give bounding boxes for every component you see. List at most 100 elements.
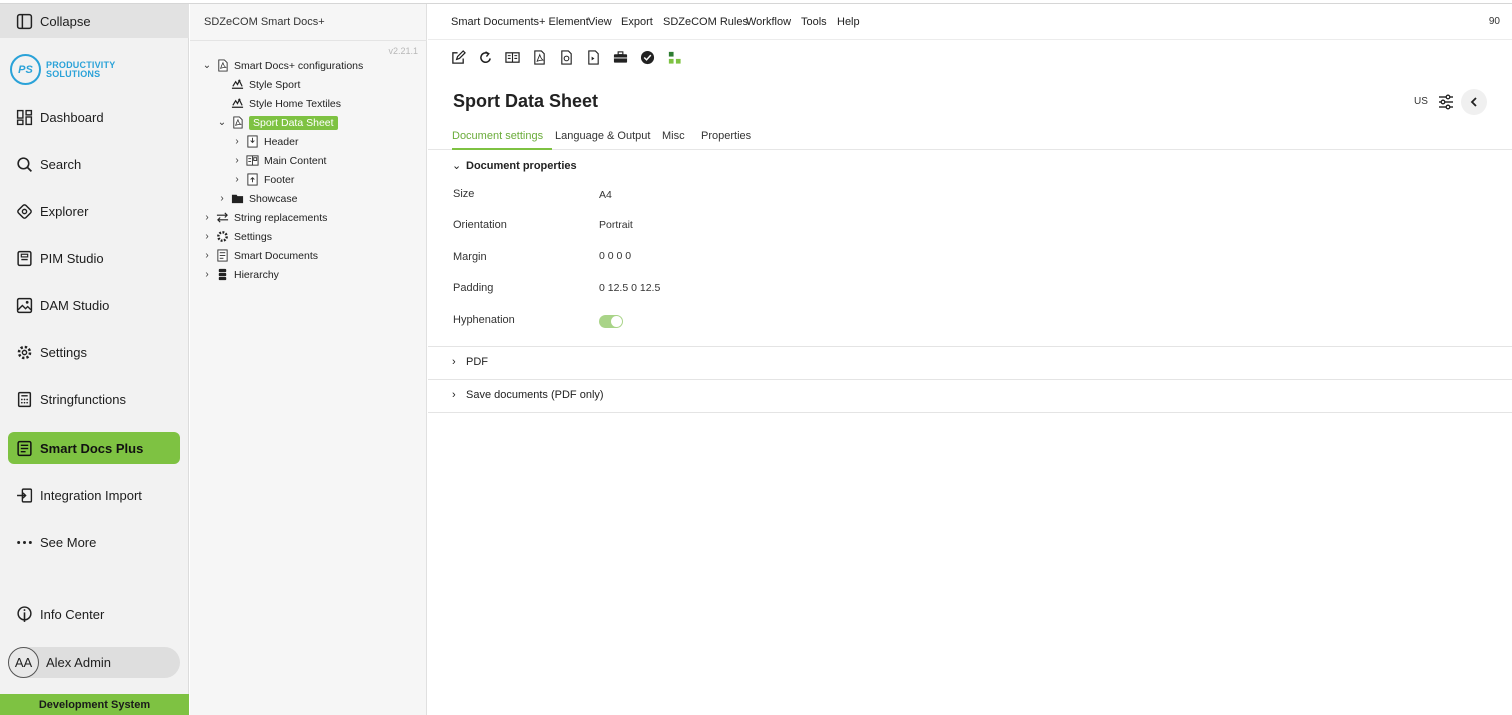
chevron-right-icon[interactable]: › (217, 193, 227, 204)
compare-icon[interactable] (504, 49, 521, 66)
menu-help[interactable]: Help (837, 16, 860, 28)
tree-node-settings[interactable]: › Settings (202, 228, 272, 245)
tree-title-divider (190, 40, 427, 41)
section-title: Save documents (PDF only) (466, 389, 604, 401)
tree-node-hierarchy[interactable]: › Hierarchy (202, 266, 279, 283)
gear-icon (215, 230, 229, 244)
nav-item-search[interactable]: Search (8, 148, 180, 180)
pdf-export-icon[interactable] (531, 49, 548, 66)
logo-mark: PS (10, 54, 41, 85)
tree-node-label: String replacements (234, 211, 328, 224)
dashboard-icon (16, 109, 33, 126)
menu-smart-documents-element[interactable]: Smart Documents+ Element (451, 16, 589, 28)
database-icon (215, 268, 229, 282)
check-circle-icon[interactable] (639, 49, 656, 66)
tree-node-smart-documents[interactable]: › Smart Documents (202, 247, 318, 264)
tree-node-label: Footer (264, 173, 295, 186)
property-label-hyphenation: Hyphenation (453, 314, 515, 326)
document-tabs: Document settings Language & Output Misc… (428, 128, 1512, 150)
property-value-orientation[interactable]: Portrait (599, 219, 633, 231)
tree-node-label: Hierarchy (234, 268, 279, 281)
more-dots-icon (16, 534, 33, 551)
chevron-right-icon[interactable]: › (232, 136, 242, 147)
publish-icon[interactable] (585, 49, 602, 66)
chevron-down-icon[interactable]: ⌄ (202, 60, 212, 71)
nav-item-stringfunctions[interactable]: Stringfunctions (8, 383, 180, 415)
toggle-knob (611, 316, 622, 327)
tree-node-footer[interactable]: › Footer (232, 171, 294, 188)
preview-icon[interactable] (558, 49, 575, 66)
nav-item-dashboard[interactable]: Dashboard (8, 101, 180, 133)
menu-sdzecom-rules[interactable]: SDZeCOM Rules (663, 16, 748, 28)
nav-item-see-more[interactable]: See More (8, 526, 180, 558)
nav-item-smart-docs-plus[interactable]: Smart Docs Plus (8, 432, 180, 464)
tree-node-smart-docs-configurations[interactable]: ⌄ Smart Docs+ configurations (202, 57, 363, 74)
document-icon (215, 249, 229, 263)
style-icon (230, 78, 244, 92)
section-title: Document properties (466, 159, 577, 172)
nav-item-label: Smart Docs Plus (40, 440, 144, 456)
nav-item-integration-import[interactable]: Integration Import (8, 479, 180, 511)
chevron-down-icon[interactable]: ⌄ (217, 117, 227, 128)
nav-item-info-center[interactable]: Info Center (8, 598, 180, 630)
collapse-panel-button[interactable] (1461, 89, 1487, 115)
tab-misc[interactable]: Misc (662, 130, 685, 148)
section-title: PDF (466, 356, 488, 368)
briefcase-icon[interactable] (612, 49, 629, 66)
tab-document-settings[interactable]: Document settings (452, 130, 553, 150)
user-profile[interactable]: AA Alex Admin (8, 647, 180, 678)
nav-item-label: DAM Studio (40, 297, 110, 313)
chevron-right-icon[interactable]: › (202, 231, 212, 242)
tree-node-label: Smart Documents (234, 249, 319, 262)
tab-properties[interactable]: Properties (701, 130, 751, 148)
info-center-label: Info Center (40, 606, 105, 622)
tree-node-main-content[interactable]: › Main Content (232, 152, 326, 169)
tree-node-label: Settings (234, 230, 272, 243)
sliders-icon[interactable] (1437, 93, 1455, 111)
tree-node-string-replacements[interactable]: › String replacements (202, 209, 327, 226)
tree-node-showcase[interactable]: › Showcase (217, 190, 297, 207)
pdf-icon (230, 116, 244, 130)
nav-item-label: PIM Studio (40, 250, 104, 266)
section-save-documents[interactable]: › Save documents (PDF only) (452, 389, 604, 401)
avatar: AA (8, 647, 39, 678)
reload-icon[interactable] (477, 49, 494, 66)
menu-workflow[interactable]: Workflow (746, 16, 791, 28)
property-label-padding: Padding (453, 282, 494, 294)
menu-export[interactable]: Export (621, 16, 653, 28)
section-pdf[interactable]: › PDF (452, 356, 488, 368)
search-icon (16, 156, 33, 173)
tree-node-label: Style Home Textiles (249, 97, 342, 110)
smart-docs-icon (16, 440, 33, 457)
edit-icon[interactable] (450, 49, 467, 66)
collapse-button[interactable]: Collapse (0, 4, 189, 38)
chevron-right-icon[interactable]: › (202, 212, 212, 223)
chevron-right-icon[interactable]: › (232, 155, 242, 166)
language-selector[interactable]: US (1414, 96, 1428, 107)
menu-right-indicator: 90 (1488, 16, 1500, 27)
menu-tools[interactable]: Tools (801, 16, 827, 28)
hyphenation-toggle[interactable] (599, 315, 623, 328)
chevron-right-icon[interactable]: › (232, 174, 242, 185)
nav-item-pim-studio[interactable]: PIM Studio (8, 242, 180, 274)
chevron-right-icon[interactable]: › (202, 250, 212, 261)
tree-node-sport-data-sheet[interactable]: ⌄ Sport Data Sheet (217, 114, 338, 131)
chevron-right-icon[interactable]: › (202, 269, 212, 280)
hierarchy-icon[interactable] (666, 49, 683, 66)
nav-item-settings[interactable]: Settings (8, 336, 180, 368)
property-value-margin[interactable]: 0 0 0 0 (599, 250, 631, 262)
tree-node-style-sport[interactable]: Style Sport (217, 76, 300, 93)
tab-language-output[interactable]: Language & Output (555, 130, 650, 148)
nav-item-label: Search (40, 156, 82, 172)
property-value-size[interactable]: A4 (599, 189, 612, 201)
import-icon (16, 487, 33, 504)
chevron-down-icon: ⌄ (452, 160, 462, 172)
tree-node-header[interactable]: › Header (232, 133, 298, 150)
property-value-padding[interactable]: 0 12.5 0 12.5 (599, 282, 660, 294)
nav-item-dam-studio[interactable]: DAM Studio (8, 289, 180, 321)
section-document-properties[interactable]: ⌄ Document properties (452, 159, 577, 173)
tree-node-label-selected: Sport Data Sheet (249, 115, 338, 130)
nav-item-explorer[interactable]: Explorer (8, 195, 180, 227)
menu-view[interactable]: View (588, 16, 612, 28)
tree-node-style-home-textiles[interactable]: Style Home Textiles (217, 95, 341, 112)
